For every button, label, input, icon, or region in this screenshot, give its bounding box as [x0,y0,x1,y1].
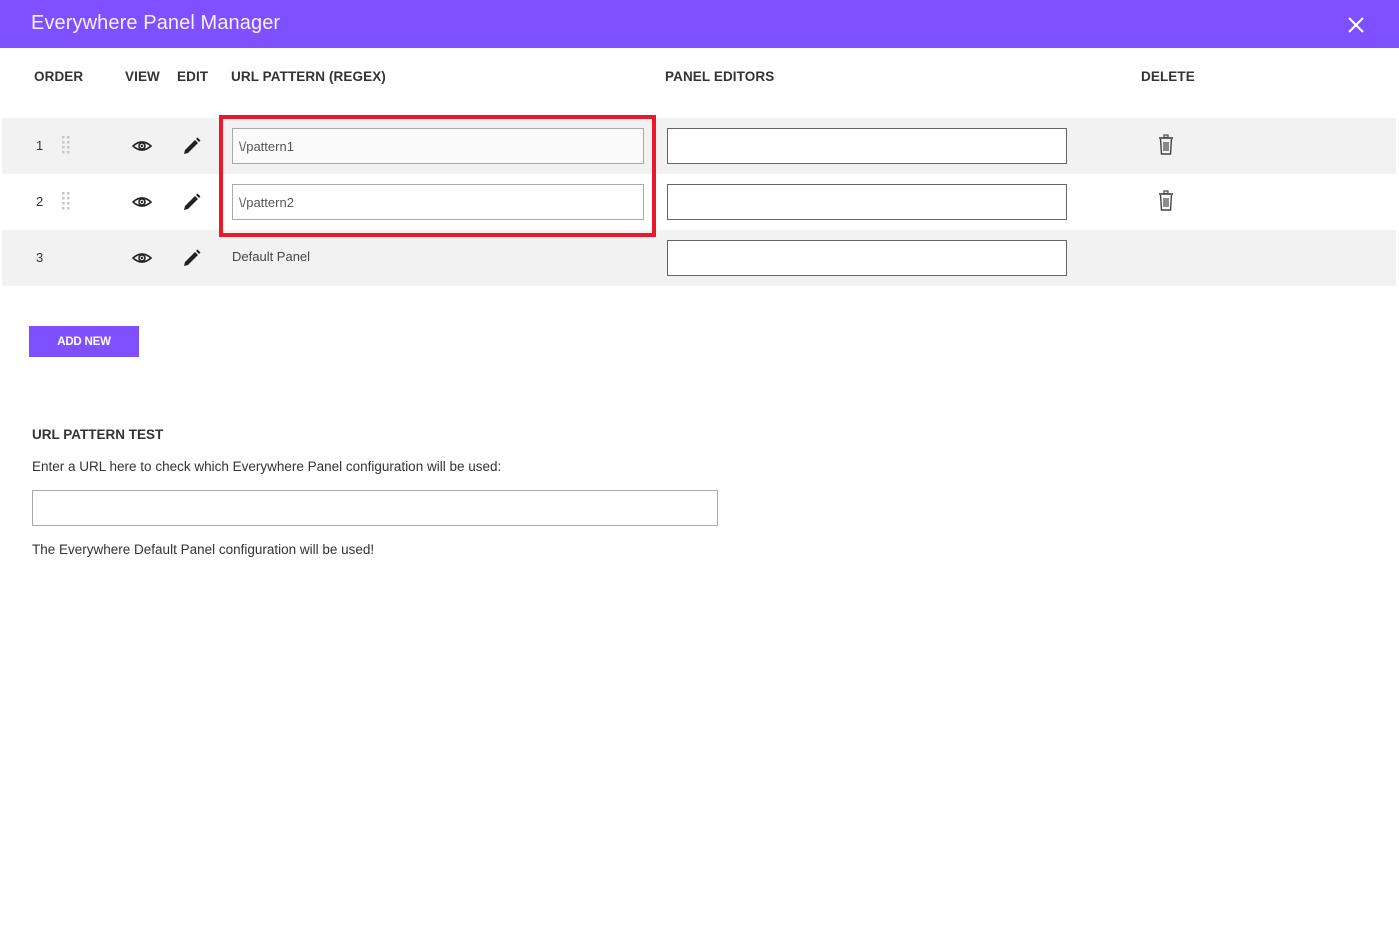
url-test-description: Enter a URL here to check which Everywhe… [32,459,502,474]
add-new-button[interactable]: ADD NEW [29,326,139,357]
eye-icon[interactable] [132,138,152,154]
url-test-input[interactable] [32,490,718,526]
column-header-delete: DELETE [1141,69,1195,84]
row-order: 3 [36,250,44,265]
url-pattern-input[interactable] [232,184,644,220]
url-test-result: The Everywhere Default Panel configurati… [32,542,375,557]
column-header-view: VIEW [125,69,160,84]
table-row: 3 Default Panel [2,230,1396,286]
panel-editors-input[interactable] [667,240,1067,276]
column-header-edit: EDIT [177,69,209,84]
title-bar: Everywhere Panel Manager [0,0,1399,48]
default-panel-label: Default Panel [232,249,311,264]
trash-icon[interactable] [1157,190,1175,212]
eye-icon[interactable] [132,194,152,210]
row-order: 2 [36,194,44,209]
panel-editors-input[interactable] [667,184,1067,220]
drag-handle-icon[interactable] [62,192,70,210]
url-test-title: URL PATTERN TEST [32,427,164,442]
close-icon[interactable] [1346,15,1366,35]
column-header-url-pattern: URL PATTERN (REGEX) [231,69,386,84]
eye-icon[interactable] [132,250,152,266]
column-header-panel-editors: PANEL EDITORS [665,69,775,84]
window-title: Everywhere Panel Manager [31,12,281,34]
table-row: 2 [2,174,1396,230]
pencil-icon[interactable] [182,192,202,212]
url-pattern-input[interactable] [232,128,644,164]
drag-handle-icon[interactable] [62,136,70,154]
row-order: 1 [36,138,44,153]
panel-editors-input[interactable] [667,128,1067,164]
column-header-order: ORDER [34,69,84,84]
trash-icon[interactable] [1157,134,1175,156]
pencil-icon[interactable] [182,136,202,156]
pencil-icon[interactable] [182,248,202,268]
table-row: 1 [2,118,1396,174]
